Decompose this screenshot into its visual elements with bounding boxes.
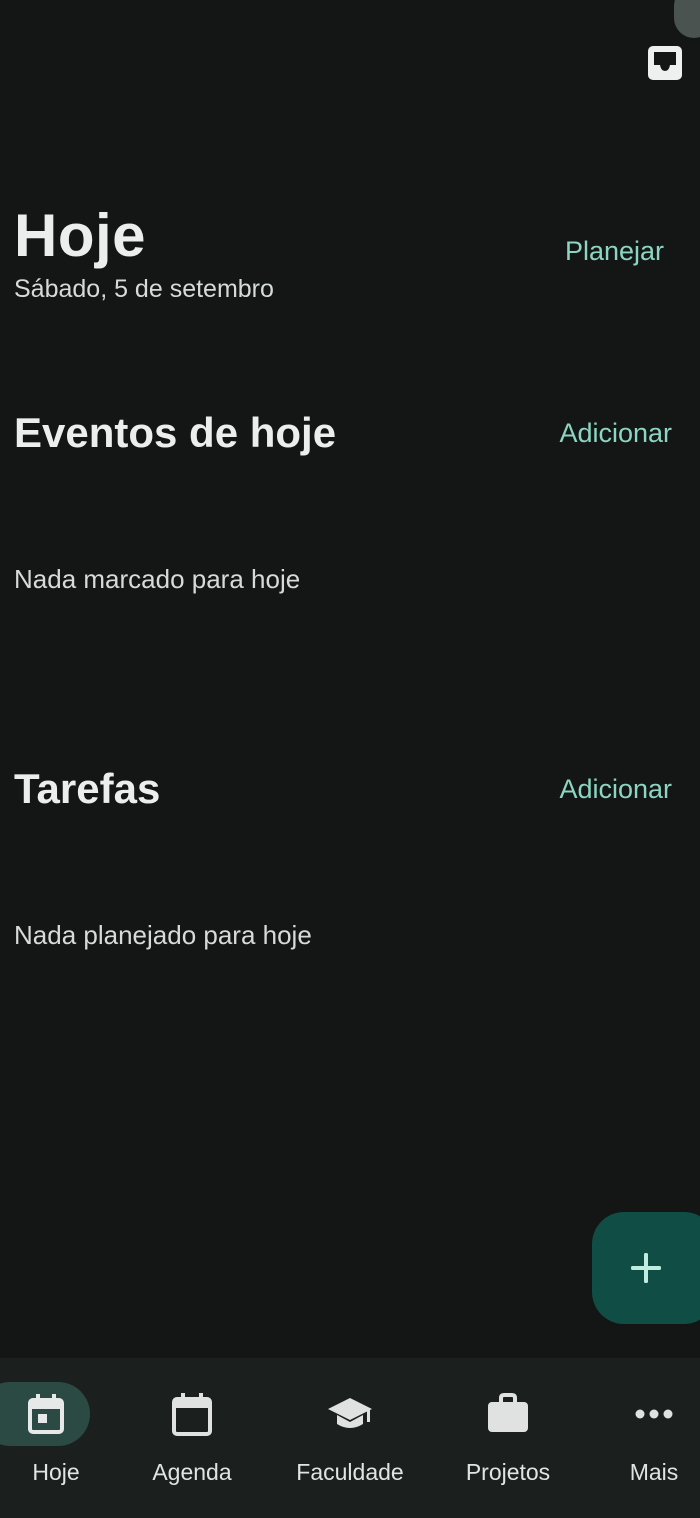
nav-icon-container — [136, 1382, 248, 1446]
nav-label-hoje: Hoje — [32, 1459, 80, 1485]
nav-label-mais: Mais — [629, 1459, 679, 1485]
graduation-cap-icon — [328, 1398, 372, 1428]
nav-label-agenda: Agenda — [152, 1459, 232, 1485]
inbox-button[interactable] — [640, 38, 690, 88]
add-task-button[interactable]: Adicionar — [559, 772, 672, 806]
calendar-icon — [172, 1393, 212, 1436]
more-horizontal-icon — [635, 1409, 673, 1419]
add-event-button[interactable]: Adicionar — [559, 416, 672, 450]
events-empty-text: Nada marcado para hoje — [14, 564, 301, 594]
nav-item-agenda[interactable]: Agenda — [136, 1358, 248, 1518]
page-date: Sábado, 5 de setembro — [14, 275, 274, 303]
briefcase-icon — [488, 1393, 528, 1432]
nav-icon-container — [610, 1382, 700, 1446]
plus-icon — [631, 1253, 661, 1283]
page-title: Hoje — [14, 202, 147, 269]
nav-item-mais[interactable]: Mais — [610, 1358, 700, 1518]
nav-item-projetos[interactable]: Projetos — [452, 1358, 564, 1518]
nav-item-faculdade[interactable]: Faculdade — [294, 1358, 406, 1518]
inbox-icon — [648, 46, 682, 80]
add-fab-button[interactable] — [592, 1212, 700, 1324]
events-section-title: Eventos de hoje — [14, 409, 337, 456]
plan-button[interactable]: Planejar — [565, 234, 664, 268]
tasks-empty-text: Nada planejado para hoje — [14, 920, 312, 950]
nav-label-projetos: Projetos — [465, 1459, 551, 1485]
calendar-today-icon — [28, 1394, 64, 1434]
bottom-navigation: Hoje Agenda Faculdade Projetos Mais — [0, 1358, 700, 1518]
nav-item-hoje[interactable]: Hoje — [0, 1358, 90, 1518]
tasks-section-title: Tarefas — [14, 765, 161, 812]
nav-icon-container — [452, 1382, 564, 1446]
nav-icon-container — [294, 1382, 406, 1446]
today-screen: Hoje Sábado, 5 de setembro Planejar Even… — [0, 0, 700, 1518]
nav-label-faculdade: Faculdade — [296, 1459, 404, 1485]
nav-active-indicator — [0, 1382, 90, 1446]
status-indicator — [674, 0, 700, 38]
